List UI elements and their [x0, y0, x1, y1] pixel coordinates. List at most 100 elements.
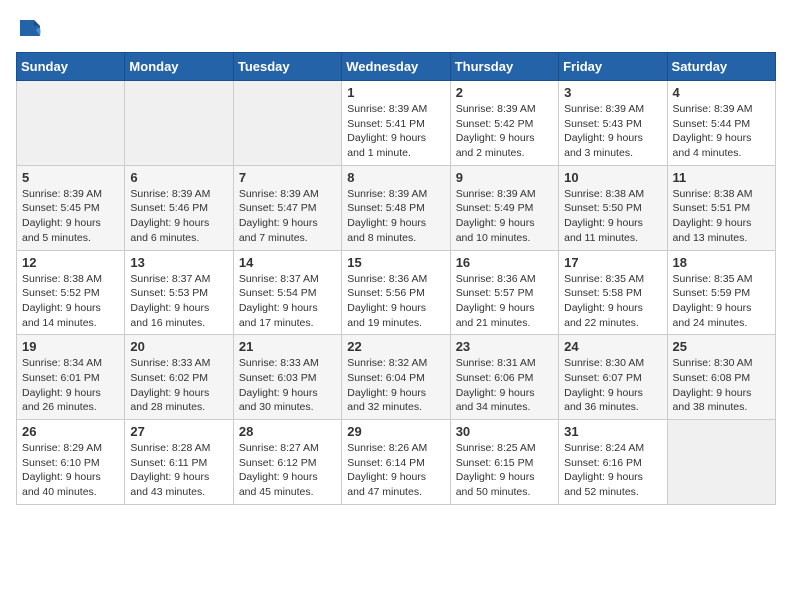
day-info: Sunrise: 8:24 AM Sunset: 6:16 PM Dayligh…	[564, 441, 661, 500]
column-header-thursday: Thursday	[450, 53, 558, 81]
calendar-cell: 5 Sunrise: 8:39 AM Sunset: 5:45 PM Daylig…	[17, 165, 125, 250]
logo-icon	[16, 16, 44, 44]
day-number: 1	[347, 85, 444, 100]
day-info: Sunrise: 8:30 AM Sunset: 6:08 PM Dayligh…	[673, 356, 770, 415]
logo	[16, 16, 48, 44]
day-number: 2	[456, 85, 553, 100]
calendar-header-row: SundayMondayTuesdayWednesdayThursdayFrid…	[17, 53, 776, 81]
calendar-cell: 25 Sunrise: 8:30 AM Sunset: 6:08 PM Dayli…	[667, 335, 775, 420]
day-number: 6	[130, 170, 227, 185]
day-number: 19	[22, 339, 119, 354]
day-number: 3	[564, 85, 661, 100]
day-number: 13	[130, 255, 227, 270]
day-number: 9	[456, 170, 553, 185]
calendar-cell	[17, 81, 125, 166]
calendar-cell: 21 Sunrise: 8:33 AM Sunset: 6:03 PM Dayli…	[233, 335, 341, 420]
calendar-cell: 4Sunrise: 8:39 AM Sunset: 5:44 PM Daylig…	[667, 81, 775, 166]
calendar-table: SundayMondayTuesdayWednesdayThursdayFrid…	[16, 52, 776, 505]
calendar-cell: 11 Sunrise: 8:38 AM Sunset: 5:51 PM Dayli…	[667, 165, 775, 250]
calendar-week-3: 12 Sunrise: 8:38 AM Sunset: 5:52 PM Dayli…	[17, 250, 776, 335]
header	[16, 16, 776, 44]
calendar-cell: 2 Sunrise: 8:39 AM Sunset: 5:42 PM Daylig…	[450, 81, 558, 166]
day-number: 25	[673, 339, 770, 354]
day-number: 15	[347, 255, 444, 270]
calendar-cell: 19 Sunrise: 8:34 AM Sunset: 6:01 PM Dayli…	[17, 335, 125, 420]
day-number: 26	[22, 424, 119, 439]
calendar-cell	[125, 81, 233, 166]
calendar-cell: 1Sunrise: 8:39 AM Sunset: 5:41 PM Daylig…	[342, 81, 450, 166]
day-number: 8	[347, 170, 444, 185]
calendar-week-5: 26 Sunrise: 8:29 AM Sunset: 6:10 PM Dayli…	[17, 420, 776, 505]
column-header-tuesday: Tuesday	[233, 53, 341, 81]
calendar-cell: 13 Sunrise: 8:37 AM Sunset: 5:53 PM Dayli…	[125, 250, 233, 335]
day-info: Sunrise: 8:35 AM Sunset: 5:59 PM Dayligh…	[673, 272, 770, 331]
column-header-saturday: Saturday	[667, 53, 775, 81]
day-info: Sunrise: 8:37 AM Sunset: 5:53 PM Dayligh…	[130, 272, 227, 331]
column-header-wednesday: Wednesday	[342, 53, 450, 81]
day-number: 5	[22, 170, 119, 185]
calendar-week-4: 19 Sunrise: 8:34 AM Sunset: 6:01 PM Dayli…	[17, 335, 776, 420]
calendar-cell: 10Sunrise: 8:38 AM Sunset: 5:50 PM Dayli…	[559, 165, 667, 250]
day-info: Sunrise: 8:31 AM Sunset: 6:06 PM Dayligh…	[456, 356, 553, 415]
day-number: 14	[239, 255, 336, 270]
day-number: 27	[130, 424, 227, 439]
day-info: Sunrise: 8:34 AM Sunset: 6:01 PM Dayligh…	[22, 356, 119, 415]
day-number: 4	[673, 85, 770, 100]
day-number: 17	[564, 255, 661, 270]
calendar-week-1: 1Sunrise: 8:39 AM Sunset: 5:41 PM Daylig…	[17, 81, 776, 166]
calendar-cell: 12 Sunrise: 8:38 AM Sunset: 5:52 PM Dayli…	[17, 250, 125, 335]
day-info: Sunrise: 8:39 AM Sunset: 5:49 PM Dayligh…	[456, 187, 553, 246]
day-number: 22	[347, 339, 444, 354]
day-number: 20	[130, 339, 227, 354]
calendar-cell: 9 Sunrise: 8:39 AM Sunset: 5:49 PM Daylig…	[450, 165, 558, 250]
calendar-cell: 31 Sunrise: 8:24 AM Sunset: 6:16 PM Dayli…	[559, 420, 667, 505]
day-info: Sunrise: 8:39 AM Sunset: 5:43 PM Dayligh…	[564, 102, 661, 161]
day-number: 7	[239, 170, 336, 185]
day-number: 23	[456, 339, 553, 354]
calendar-cell: 3 Sunrise: 8:39 AM Sunset: 5:43 PM Daylig…	[559, 81, 667, 166]
day-info: Sunrise: 8:30 AM Sunset: 6:07 PM Dayligh…	[564, 356, 661, 415]
column-header-monday: Monday	[125, 53, 233, 81]
calendar-cell	[667, 420, 775, 505]
column-header-sunday: Sunday	[17, 53, 125, 81]
day-info: Sunrise: 8:36 AM Sunset: 5:56 PM Dayligh…	[347, 272, 444, 331]
day-number: 29	[347, 424, 444, 439]
calendar-cell: 7 Sunrise: 8:39 AM Sunset: 5:47 PM Daylig…	[233, 165, 341, 250]
day-number: 24	[564, 339, 661, 354]
day-info: Sunrise: 8:39 AM Sunset: 5:46 PM Dayligh…	[130, 187, 227, 246]
calendar-cell: 29 Sunrise: 8:26 AM Sunset: 6:14 PM Dayli…	[342, 420, 450, 505]
day-info: Sunrise: 8:26 AM Sunset: 6:14 PM Dayligh…	[347, 441, 444, 500]
day-info: Sunrise: 8:36 AM Sunset: 5:57 PM Dayligh…	[456, 272, 553, 331]
calendar-cell: 20Sunrise: 8:33 AM Sunset: 6:02 PM Dayli…	[125, 335, 233, 420]
day-number: 12	[22, 255, 119, 270]
day-number: 11	[673, 170, 770, 185]
day-number: 18	[673, 255, 770, 270]
day-info: Sunrise: 8:38 AM Sunset: 5:52 PM Dayligh…	[22, 272, 119, 331]
day-info: Sunrise: 8:33 AM Sunset: 6:03 PM Dayligh…	[239, 356, 336, 415]
day-number: 31	[564, 424, 661, 439]
day-info: Sunrise: 8:38 AM Sunset: 5:51 PM Dayligh…	[673, 187, 770, 246]
day-info: Sunrise: 8:28 AM Sunset: 6:11 PM Dayligh…	[130, 441, 227, 500]
day-number: 21	[239, 339, 336, 354]
day-info: Sunrise: 8:27 AM Sunset: 6:12 PM Dayligh…	[239, 441, 336, 500]
calendar-cell: 27 Sunrise: 8:28 AM Sunset: 6:11 PM Dayli…	[125, 420, 233, 505]
calendar-cell: 26 Sunrise: 8:29 AM Sunset: 6:10 PM Dayli…	[17, 420, 125, 505]
day-info: Sunrise: 8:39 AM Sunset: 5:45 PM Dayligh…	[22, 187, 119, 246]
calendar-cell: 16Sunrise: 8:36 AM Sunset: 5:57 PM Dayli…	[450, 250, 558, 335]
calendar-cell: 15 Sunrise: 8:36 AM Sunset: 5:56 PM Dayli…	[342, 250, 450, 335]
day-info: Sunrise: 8:37 AM Sunset: 5:54 PM Dayligh…	[239, 272, 336, 331]
calendar-cell: 8Sunrise: 8:39 AM Sunset: 5:48 PM Daylig…	[342, 165, 450, 250]
calendar-cell: 22Sunrise: 8:32 AM Sunset: 6:04 PM Dayli…	[342, 335, 450, 420]
day-info: Sunrise: 8:25 AM Sunset: 6:15 PM Dayligh…	[456, 441, 553, 500]
day-info: Sunrise: 8:38 AM Sunset: 5:50 PM Dayligh…	[564, 187, 661, 246]
calendar-cell: 24 Sunrise: 8:30 AM Sunset: 6:07 PM Dayli…	[559, 335, 667, 420]
day-info: Sunrise: 8:39 AM Sunset: 5:42 PM Dayligh…	[456, 102, 553, 161]
calendar-cell: 30Sunrise: 8:25 AM Sunset: 6:15 PM Dayli…	[450, 420, 558, 505]
day-info: Sunrise: 8:29 AM Sunset: 6:10 PM Dayligh…	[22, 441, 119, 500]
column-header-friday: Friday	[559, 53, 667, 81]
calendar-cell: 23 Sunrise: 8:31 AM Sunset: 6:06 PM Dayli…	[450, 335, 558, 420]
calendar-cell: 6 Sunrise: 8:39 AM Sunset: 5:46 PM Daylig…	[125, 165, 233, 250]
day-info: Sunrise: 8:39 AM Sunset: 5:47 PM Dayligh…	[239, 187, 336, 246]
calendar-cell: 17Sunrise: 8:35 AM Sunset: 5:58 PM Dayli…	[559, 250, 667, 335]
calendar-cell: 28Sunrise: 8:27 AM Sunset: 6:12 PM Dayli…	[233, 420, 341, 505]
